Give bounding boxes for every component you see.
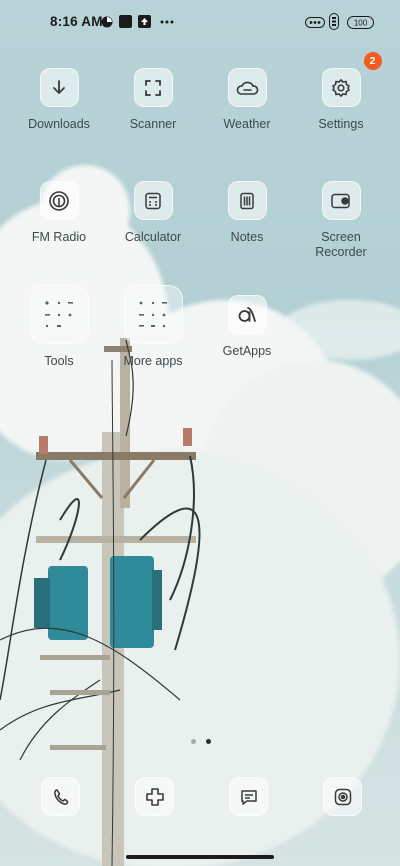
page-indicator (188, 731, 214, 749)
folder-more-apps[interactable]: More apps (108, 285, 198, 369)
app-label: GetApps (222, 344, 272, 358)
page-dot[interactable] (191, 739, 196, 744)
scanner-icon (133, 68, 173, 107)
screenshot-icon (119, 15, 132, 28)
app-label: More apps (123, 354, 183, 368)
app-downloads[interactable]: Downloads (14, 68, 104, 132)
upload-icon (138, 15, 151, 28)
app-calculator[interactable]: Calculator (108, 181, 198, 245)
radio-icon (39, 181, 79, 220)
dock-gallery[interactable] (135, 777, 174, 816)
sim-icon (305, 17, 325, 28)
app-getapps[interactable]: GetApps (202, 295, 292, 359)
dock-phone[interactable] (41, 777, 80, 816)
app-label: Weather (223, 117, 271, 131)
app-label: Downloads (28, 117, 90, 131)
app-label: Screen Recorder (315, 230, 367, 259)
home-indicator[interactable] (126, 855, 274, 859)
app-label: Calculator (124, 230, 182, 244)
camera-icon (323, 777, 362, 816)
app-notes[interactable]: Notes (202, 181, 292, 245)
screen-recorder-icon (321, 181, 361, 220)
app-label: Notes (230, 230, 264, 244)
app-fm-radio[interactable]: FM Radio (14, 181, 104, 245)
tools-folder-icon (29, 285, 89, 344)
app-scanner[interactable]: Scanner (108, 68, 198, 132)
gallery-flower-icon (135, 777, 174, 816)
app-label: Tools (44, 354, 74, 368)
dock-messages[interactable] (229, 777, 268, 816)
download-icon (39, 68, 79, 107)
data-saver-icon (101, 16, 113, 28)
folder-tools[interactable]: Tools (14, 285, 104, 369)
weather-icon (227, 68, 267, 107)
messages-icon (229, 777, 268, 816)
more-dots-icon (160, 20, 174, 24)
getapps-icon (227, 295, 267, 334)
battery-icon: 100 (347, 16, 375, 29)
app-label: FM Radio (31, 230, 87, 244)
signal-icon (329, 13, 339, 30)
status-bar: 8:16 AM 100 (0, 0, 400, 44)
app-label: Settings (318, 117, 364, 131)
app-screen-recorder[interactable]: Screen Recorder (296, 181, 386, 260)
notes-icon (227, 181, 267, 220)
phone-icon (41, 777, 80, 816)
calculator-icon (133, 181, 173, 220)
app-weather[interactable]: Weather (202, 68, 292, 132)
notification-badge: 2 (363, 52, 382, 70)
status-time: 8:16 AM (50, 14, 103, 29)
page-dot-active[interactable] (206, 739, 212, 744)
more-apps-folder-icon (123, 285, 183, 344)
battery-level: 100 (354, 19, 368, 28)
gear-icon: 2 (321, 52, 382, 107)
dock-camera[interactable] (323, 777, 362, 816)
app-label: Scanner (129, 117, 177, 131)
app-settings[interactable]: 2 Settings (296, 52, 386, 132)
